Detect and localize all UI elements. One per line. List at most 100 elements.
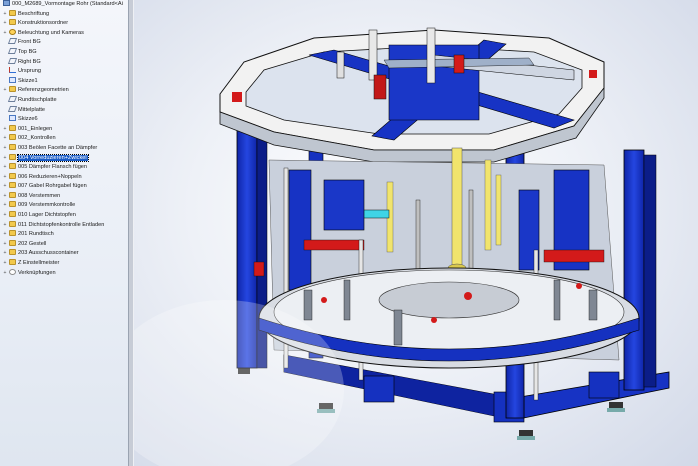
tree-item[interactable]: +007 Gabel Rohrgabel fügen: [0, 182, 128, 192]
tree-item[interactable]: + Z Einstellmeister: [0, 259, 128, 269]
plane-icon: [7, 38, 18, 45]
tree-item[interactable]: + Beleuchtung und Kameras: [0, 28, 128, 39]
folder-icon: [9, 143, 16, 150]
tree-item[interactable]: Rundtischplatte: [0, 95, 128, 106]
assembly-model-render: [134, 27, 670, 466]
tree-item[interactable]: +009 Verstemmkontrolle: [0, 201, 128, 211]
tree-item[interactable]: +004 Vorreduzieren+Zwickel: [0, 153, 128, 164]
tree-root[interactable]: 000_M2689_Vormontage Rohr (Standard<Ai: [0, 0, 128, 10]
tree-item[interactable]: Skizze6: [0, 115, 128, 125]
folder-icon: [9, 230, 16, 237]
folder-icon: [9, 86, 16, 93]
tree-item[interactable]: Mittelplatte: [0, 105, 128, 116]
expand-toggle-icon[interactable]: +: [2, 134, 8, 144]
folder-icon: [9, 124, 16, 131]
tree-item[interactable]: +006 Reduzieren+Noppeln: [0, 172, 128, 183]
expand-toggle-icon[interactable]: +: [2, 125, 8, 135]
expand-toggle-icon[interactable]: +: [2, 173, 8, 183]
tree-item-label: Beschriftung: [18, 10, 50, 17]
tree-item[interactable]: +202 Gestell: [0, 239, 128, 250]
expand-toggle-icon[interactable]: +: [2, 259, 8, 269]
expand-toggle-icon[interactable]: +: [2, 10, 8, 20]
tree-item-label: 011 Dichtstopfenkontrolle Entladen: [18, 221, 105, 228]
tree-item[interactable]: + Beschriftung: [0, 9, 128, 20]
tree-item[interactable]: +002_Kontrollen: [0, 134, 128, 144]
tree-item[interactable]: Top BG: [0, 47, 128, 58]
tree-item-label: Verknüpfungen: [18, 269, 56, 276]
folder-icon: [9, 19, 16, 26]
expand-toggle-icon[interactable]: +: [2, 163, 8, 173]
folder-icon: [9, 172, 16, 179]
tree-item[interactable]: +011 Dichtstopfenkontrolle Entladen: [0, 220, 128, 231]
origin-icon: [9, 67, 16, 74]
folder-icon: [9, 201, 16, 208]
expand-toggle-icon[interactable]: +: [2, 86, 8, 96]
expand-toggle-icon[interactable]: +: [2, 211, 8, 221]
expand-toggle-icon[interactable]: +: [2, 269, 8, 279]
folder-icon: [9, 153, 16, 160]
plane-icon: [7, 105, 18, 112]
folder-icon: [9, 182, 16, 189]
tree-item[interactable]: + Verknüpfungen: [0, 268, 128, 279]
tree-item-label: Referenzgeometrien: [18, 87, 69, 94]
expand-toggle-icon[interactable]: +: [2, 221, 8, 231]
tree-root-label: 000_M2689_Vormontage Rohr (Standard<Ai: [12, 1, 123, 7]
tree-item-label: 202 Gestell: [18, 240, 47, 247]
tree-item-label: Ursprung: [18, 68, 42, 75]
tree-item[interactable]: Right BG: [0, 57, 128, 68]
tree-item-label: 004 Vorreduzieren+Zwickel: [17, 153, 89, 162]
folder-icon: [9, 249, 16, 256]
tree-item[interactable]: Ursprung: [0, 67, 128, 77]
feature-manager-tree: 000_M2689_Vormontage Rohr (Standard<Ai +…: [0, 0, 128, 466]
expand-toggle-icon[interactable]: +: [2, 182, 8, 192]
tree-item[interactable]: +010 Lager Dichtstopfen: [0, 211, 128, 221]
expand-toggle-icon[interactable]: +: [2, 29, 8, 39]
tree-item[interactable]: +001_Einlegen: [0, 124, 128, 135]
tree-item-label: 003 Beölen Facette an Dämpfer: [18, 144, 98, 151]
tree-item-label: 001_Einlegen: [18, 125, 53, 132]
sketch-icon: [9, 76, 16, 83]
tree-item-label: Right BG: [18, 58, 41, 65]
expand-toggle-icon[interactable]: +: [2, 154, 8, 164]
tree-item[interactable]: +003 Beölen Facette an Dämpfer: [0, 143, 128, 154]
folder-icon: [9, 220, 16, 227]
folder-icon: [9, 163, 16, 170]
folder-icon: [9, 211, 16, 218]
tree-item[interactable]: Front BG: [0, 38, 128, 48]
tree-item[interactable]: +203 Ausschusscontainer: [0, 249, 128, 259]
tree-item[interactable]: Skizze1: [0, 76, 128, 87]
expand-toggle-icon[interactable]: +: [2, 249, 8, 259]
tree-item[interactable]: + Konstruktionsordner: [0, 19, 128, 29]
tree-item-list: + Beschriftung + Konstruktionsordner + Beleuc…: [0, 9, 128, 279]
expand-toggle-icon[interactable]: +: [2, 230, 8, 240]
expand-toggle-icon[interactable]: +: [2, 240, 8, 250]
tree-item-label: Z Einstellmeister: [18, 260, 60, 267]
graphics-viewport[interactable]: [134, 0, 698, 466]
tree-item[interactable]: +008 Verstemmen: [0, 191, 128, 202]
tree-item-label: 006 Reduzieren+Noppeln: [18, 173, 82, 180]
light-icon: [9, 28, 16, 35]
folder-icon: [9, 134, 16, 141]
tree-item-label: Beleuchtung und Kameras: [18, 29, 84, 36]
tree-item[interactable]: + Referenzgeometrien: [0, 86, 128, 96]
tree-item[interactable]: +201 Rundtisch: [0, 230, 128, 240]
assembly-icon: [3, 0, 10, 6]
sketch-icon: [9, 115, 16, 122]
tree-item-label: 009 Verstemmkontrolle: [18, 202, 76, 209]
tree-item-label: Rundtischplatte: [18, 96, 57, 103]
tree-item[interactable]: +005 Dämpfer Flansch fügen: [0, 163, 128, 173]
tree-item-label: 002_Kontrollen: [18, 135, 56, 142]
expand-toggle-icon[interactable]: +: [2, 144, 8, 154]
expand-toggle-icon[interactable]: +: [2, 192, 8, 202]
expand-toggle-icon[interactable]: +: [2, 19, 8, 29]
tree-item-label: 008 Verstemmen: [18, 192, 61, 199]
tree-item-label: 203 Ausschusscontainer: [18, 250, 79, 257]
tree-item-label: 005 Dämpfer Flansch fügen: [18, 164, 88, 171]
tree-item-label: Mittelplatte: [18, 106, 46, 113]
upper-octagonal-ring: [219, 29, 605, 163]
tree-item-label: 201 Rundtisch: [18, 231, 54, 238]
plane-icon: [7, 47, 18, 54]
folder-icon: [9, 239, 16, 246]
tree-item-label: Skizze1: [18, 77, 38, 84]
expand-toggle-icon[interactable]: +: [2, 201, 8, 211]
